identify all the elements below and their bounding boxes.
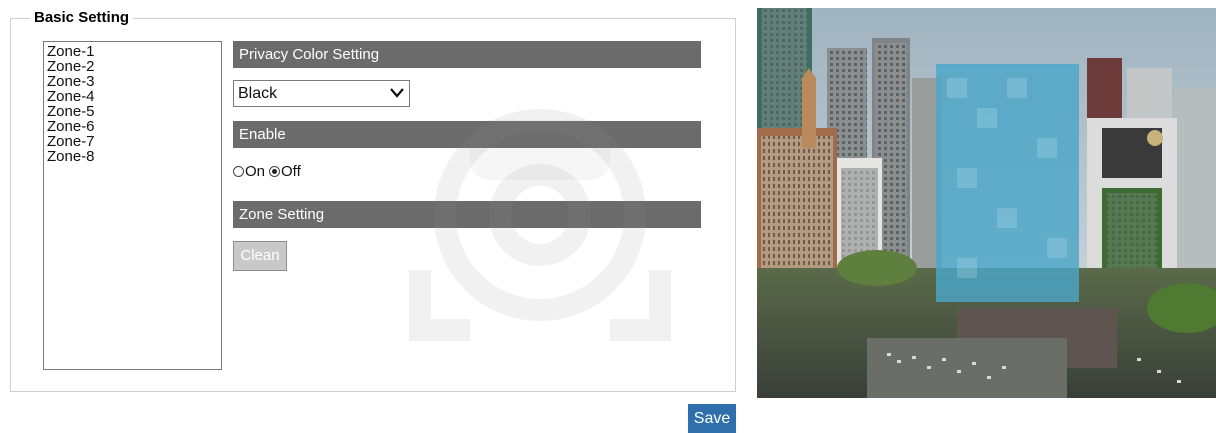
privacy-mask-page: Basic Setting Zone-1 Zone-2 Zone-3 Zone-…	[0, 0, 1216, 433]
camera-preview-image	[757, 8, 1216, 398]
clean-button[interactable]: Clean	[233, 241, 287, 271]
zone-setting-header: Zone Setting	[233, 201, 701, 228]
zone-list-item[interactable]: Zone-4	[47, 89, 221, 104]
privacy-color-header: Privacy Color Setting	[233, 41, 701, 68]
zone-list-item[interactable]: Zone-6	[47, 119, 221, 134]
privacy-color-select[interactable]: Black	[233, 80, 410, 107]
enable-radio-group: On Off	[233, 161, 305, 181]
basic-setting-legend: Basic Setting	[30, 9, 134, 27]
enable-header: Enable	[233, 121, 701, 148]
zone-list-item[interactable]: Zone-1	[47, 44, 221, 59]
zone-list-item[interactable]: Zone-5	[47, 104, 221, 119]
enable-off-label[interactable]: Off	[281, 163, 301, 180]
chevron-down-icon	[390, 88, 404, 98]
zone-list-item[interactable]: Zone-3	[47, 74, 221, 89]
zone-list-item[interactable]: Zone-2	[47, 59, 221, 74]
privacy-color-value: Black	[238, 85, 278, 102]
enable-on-radio[interactable]	[233, 165, 244, 177]
zone-list-item[interactable]: Zone-7	[47, 134, 221, 149]
zone-list-item[interactable]: Zone-8	[47, 149, 221, 164]
zone-list[interactable]: Zone-1 Zone-2 Zone-3 Zone-4 Zone-5 Zone-…	[43, 41, 222, 370]
enable-on-label[interactable]: On	[245, 163, 265, 180]
enable-off-radio[interactable]	[269, 165, 281, 177]
save-button[interactable]: Save	[688, 404, 736, 433]
camera-preview[interactable]	[757, 8, 1216, 398]
